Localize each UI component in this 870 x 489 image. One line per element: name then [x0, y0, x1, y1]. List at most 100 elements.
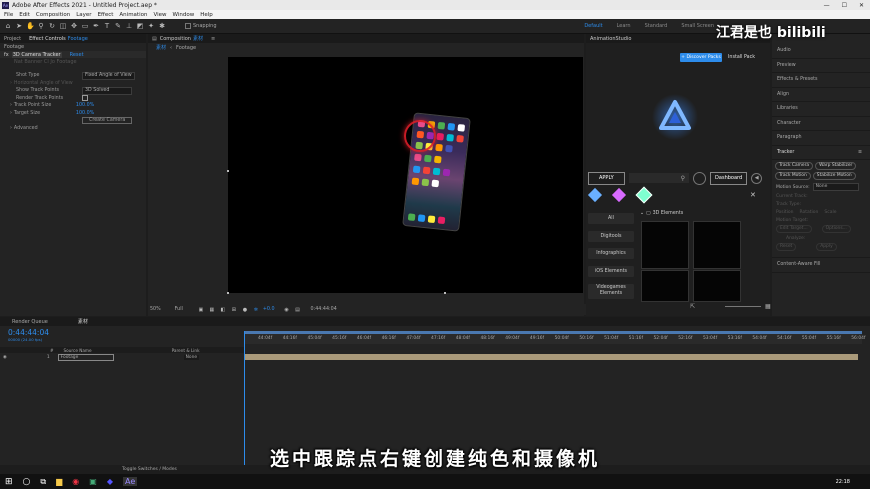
zoom-tool-icon[interactable]: ⚲	[37, 22, 45, 30]
video-icon[interactable]: ◀	[751, 172, 763, 184]
panel-libraries[interactable]: Libraries	[772, 102, 870, 117]
panel-tracker[interactable]: Tracker ≡	[772, 146, 870, 160]
minimize-icon[interactable]: —	[824, 2, 830, 9]
track-point-size-expand-icon[interactable]: ›	[10, 103, 12, 108]
effect-reset[interactable]: Reset	[70, 52, 84, 58]
target-size-value[interactable]: 100.0%	[76, 111, 94, 116]
channel-icon[interactable]: ●	[241, 306, 249, 314]
exposure-value[interactable]: +0.0	[263, 307, 275, 312]
layer-row[interactable]: ◉ 1 Footage None	[0, 353, 244, 361]
pack-icon-blue[interactable]	[587, 187, 603, 203]
hand-tool-icon[interactable]: ✋	[26, 22, 35, 30]
mask-icon[interactable]: ◧	[219, 306, 227, 314]
show-snapshot-icon[interactable]: ▤	[294, 306, 302, 314]
export-icon[interactable]: ⇱	[690, 303, 695, 310]
hfov-expand-icon[interactable]: ›	[10, 81, 12, 86]
layer-bar[interactable]	[245, 354, 858, 360]
menu-layer[interactable]: Layer	[76, 12, 91, 18]
breadcrumb-footage[interactable]: Footage	[176, 45, 196, 51]
toggle-circle-icon[interactable]	[693, 171, 707, 185]
home-icon[interactable]: ⌂	[4, 22, 12, 30]
snapshot-icon[interactable]: ◉	[283, 306, 291, 314]
pack-icon-pink[interactable]	[611, 187, 627, 203]
tab-project[interactable]: Project	[4, 36, 21, 42]
dashboard-button[interactable]: Dashboard	[710, 171, 748, 185]
thumbnail-3[interactable]	[641, 270, 689, 302]
app-icon-2[interactable]: ◆	[107, 477, 113, 486]
visibility-icon[interactable]: ◉	[3, 355, 7, 360]
motion-source-dropdown[interactable]: None	[812, 183, 859, 191]
category-digitools[interactable]: Digitools	[588, 231, 634, 242]
menu-effect[interactable]: Effect	[98, 12, 114, 18]
windows-start-icon[interactable]: ⊞	[5, 477, 13, 487]
size-slider[interactable]	[725, 306, 762, 307]
viewer-handle-bm[interactable]	[444, 292, 446, 294]
pen-tool-icon[interactable]: ✒	[92, 22, 100, 30]
workspace-learn[interactable]: Learn	[617, 23, 631, 29]
menu-view[interactable]: View	[153, 12, 166, 18]
menu-help[interactable]: Help	[200, 12, 213, 18]
file-explorer-icon[interactable]: ▆	[56, 477, 62, 486]
grid-view-icon[interactable]: ▦	[765, 303, 771, 310]
snapping-checkbox[interactable]	[185, 23, 191, 29]
pan-behind-icon[interactable]: ✥	[70, 22, 78, 30]
apply-button[interactable]: APPLY	[588, 171, 625, 185]
tab-composition-name[interactable]: 素材	[193, 35, 203, 42]
region-icon[interactable]: ▣	[197, 306, 205, 314]
breadcrumb-comp[interactable]: 素材	[156, 44, 166, 51]
advanced-row[interactable]: › Advanced	[0, 125, 146, 133]
panel-audio[interactable]: Audio	[772, 44, 870, 59]
menu-window[interactable]: Window	[173, 12, 195, 18]
position-checkbox[interactable]: Position	[776, 210, 794, 215]
stabilize-motion-button[interactable]: Stabilize Motion	[812, 172, 856, 180]
tab-composition[interactable]: Composition	[160, 36, 191, 42]
color-icon[interactable]: ✲	[252, 306, 260, 314]
taskbar-clock[interactable]: 22:18	[836, 479, 850, 485]
install-pack-button[interactable]: Install Pack	[728, 53, 755, 62]
thumbnail-1[interactable]	[641, 221, 689, 269]
tracker-reset-button[interactable]: Reset	[776, 243, 797, 251]
discover-packs-button[interactable]: + Discover Packs	[680, 53, 722, 62]
create-camera-button[interactable]: Create Camera	[82, 117, 133, 125]
category-ios-elements[interactable]: iOS Elements	[588, 266, 634, 277]
tab-effect-controls-layer[interactable]: Footage	[68, 36, 88, 42]
brush-tool-icon[interactable]: ✎	[114, 22, 122, 30]
edit-target-button[interactable]: Edit Target...	[776, 225, 812, 233]
camera-tool-icon[interactable]: ◫	[59, 22, 67, 30]
workspace-small-screen[interactable]: Small Screen	[681, 23, 714, 29]
tracker-menu-icon[interactable]: ≡	[858, 146, 862, 160]
comp-timecode[interactable]: 0:44:44:04	[311, 307, 337, 312]
tab-effect-controls[interactable]: Effect Controls	[29, 36, 66, 42]
chrome-icon[interactable]: ◉	[72, 477, 79, 486]
workspace-default[interactable]: Default	[584, 23, 602, 29]
warp-stabilizer-button[interactable]: Warp Stabilizer	[815, 162, 857, 170]
lock-icon[interactable]: ▤	[152, 36, 157, 42]
composition-viewer[interactable]	[228, 57, 583, 293]
roto-tool-icon[interactable]: ✦	[147, 22, 155, 30]
panel-preview[interactable]: Preview	[772, 59, 870, 73]
category-all[interactable]: All	[588, 213, 634, 224]
panel-paragraph[interactable]: Paragraph	[772, 131, 870, 146]
menu-animation[interactable]: Animation	[119, 12, 147, 18]
category-infographics[interactable]: Infographics	[588, 248, 634, 259]
task-view-icon[interactable]: ⧉	[40, 477, 46, 487]
viewer-handle-bl[interactable]	[227, 292, 229, 294]
track-motion-button[interactable]: Track Motion	[775, 172, 811, 180]
layer-parent-dropdown[interactable]: None	[183, 354, 200, 360]
panel-content-aware-fill[interactable]: Content-Aware Fill	[772, 257, 870, 273]
target-size-expand-icon[interactable]: ›	[10, 111, 12, 116]
search-taskbar-icon[interactable]: ○	[23, 477, 31, 487]
search-icon[interactable]: ⚲	[681, 175, 685, 182]
ae-taskbar-icon[interactable]: Ae	[122, 477, 138, 486]
effect-header[interactable]: fx 3D Camera Tracker Reset	[0, 51, 146, 58]
panel-menu-icon[interactable]: ≡	[211, 36, 215, 42]
search-input[interactable]	[628, 173, 689, 183]
menu-edit[interactable]: Edit	[19, 12, 30, 18]
puppet-tool-icon[interactable]: ✱	[158, 22, 166, 30]
transparency-grid-icon[interactable]: ▦	[208, 306, 216, 314]
tracker-apply-button[interactable]: Apply	[816, 243, 837, 251]
quality-dropdown[interactable]: Full	[175, 307, 183, 312]
work-area-bar[interactable]	[244, 331, 862, 334]
track-point-size-value[interactable]: 100.0%	[76, 103, 94, 108]
thumbnail-2[interactable]	[693, 221, 741, 269]
